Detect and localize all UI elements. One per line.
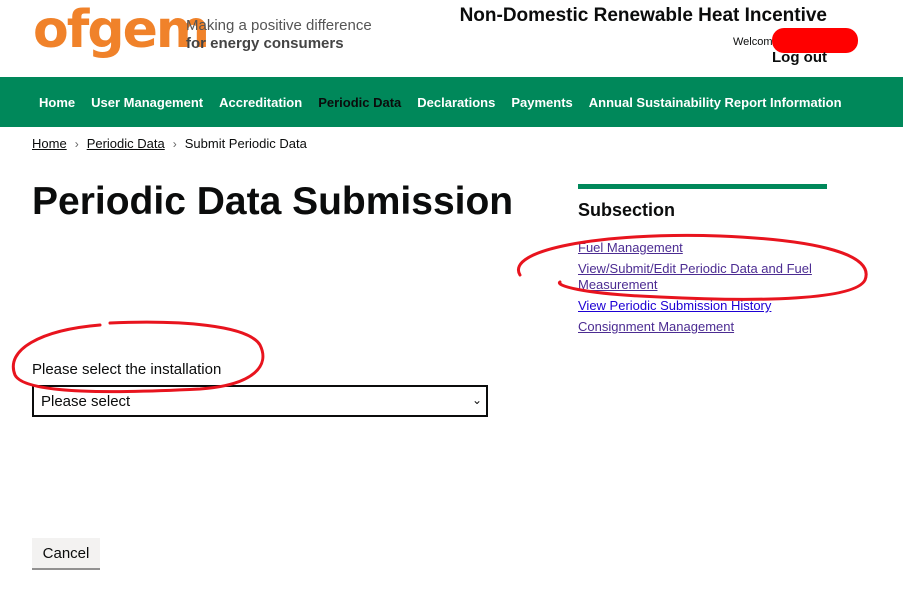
list-item: View/Submit/Edit Periodic Data and Fuel … bbox=[578, 261, 828, 293]
link-view-submit-edit-periodic-data[interactable]: View/Submit/Edit Periodic Data and Fuel … bbox=[578, 261, 812, 292]
nav-item-home[interactable]: Home bbox=[39, 95, 75, 110]
list-item: View Periodic Submission History bbox=[578, 298, 828, 314]
subsection-divider bbox=[578, 184, 827, 189]
breadcrumb: Home › Periodic Data › Submit Periodic D… bbox=[32, 136, 307, 151]
cancel-button[interactable]: Cancel bbox=[32, 538, 100, 570]
chevron-right-icon: › bbox=[172, 136, 177, 151]
breadcrumb-periodic-data[interactable]: Periodic Data bbox=[87, 136, 165, 151]
link-periodic-submission-history[interactable]: View Periodic Submission History bbox=[578, 298, 771, 313]
nav-item-payments[interactable]: Payments bbox=[511, 95, 572, 110]
nav-item-declarations[interactable]: Declarations bbox=[417, 95, 495, 110]
installation-select[interactable]: Please select ⌄ bbox=[32, 385, 488, 417]
nav-item-annual-sustainability-report[interactable]: Annual Sustainability Report Information bbox=[589, 95, 842, 110]
page-title: Periodic Data Submission bbox=[32, 180, 514, 223]
breadcrumb-home[interactable]: Home bbox=[32, 136, 67, 151]
subsection-title: Subsection bbox=[578, 200, 676, 220]
logout-link[interactable]: Log out bbox=[772, 49, 827, 66]
annotation-circle-select-label bbox=[11, 320, 265, 394]
breadcrumb-current: Submit Periodic Data bbox=[184, 136, 307, 151]
chevron-down-icon: ⌄ bbox=[471, 393, 482, 407]
chevron-right-icon: › bbox=[74, 136, 79, 151]
subsection-links: Fuel Management View/Submit/Edit Periodi… bbox=[578, 240, 828, 340]
installation-select-value: Please select bbox=[41, 392, 131, 410]
installation-select-label: Please select the installation bbox=[32, 361, 222, 378]
list-item: Fuel Management bbox=[578, 240, 828, 256]
main-nav: Home User Management Accreditation Perio… bbox=[0, 77, 903, 127]
tagline: Making a positive difference for energy … bbox=[186, 17, 372, 53]
nav-item-periodic-data[interactable]: Periodic Data bbox=[318, 95, 401, 110]
link-fuel-management[interactable]: Fuel Management bbox=[578, 240, 683, 255]
service-name: Non-Domestic Renewable Heat Incentive bbox=[459, 5, 827, 26]
tagline-line-2: for energy consumers bbox=[186, 35, 344, 52]
ofgem-logo[interactable]: ofgem bbox=[33, 0, 210, 60]
link-consignment-management[interactable]: Consignment Management bbox=[578, 319, 734, 334]
nav-item-accreditation[interactable]: Accreditation bbox=[219, 95, 302, 110]
list-item: Consignment Management bbox=[578, 319, 828, 335]
tagline-line-1: Making a positive difference bbox=[186, 17, 372, 34]
nav-item-user-management[interactable]: User Management bbox=[91, 95, 203, 110]
